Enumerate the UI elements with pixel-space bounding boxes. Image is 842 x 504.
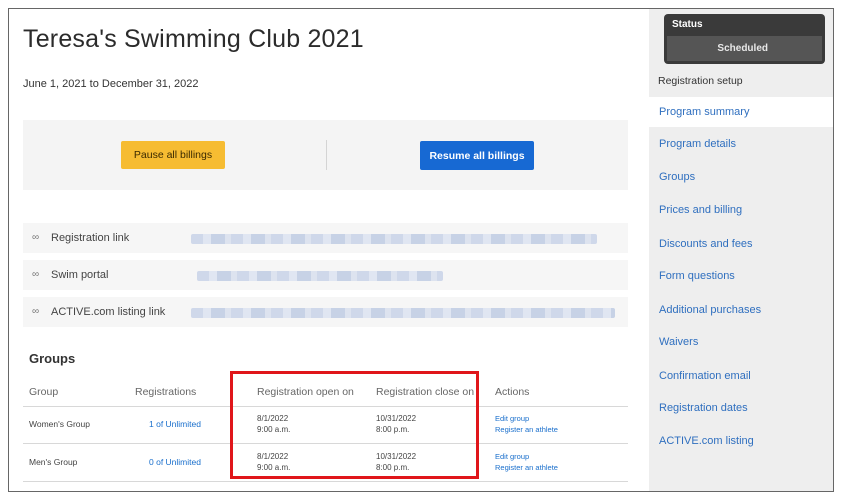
column-header-registrations: Registrations [135, 386, 197, 398]
registration-link-url-redacted[interactable] [191, 234, 597, 244]
group-registrations-link[interactable]: 0 of Unlimited [149, 457, 201, 467]
program-date-range: June 1, 2021 to December 31, 2022 [23, 78, 199, 90]
sidebar-item-additional-purchases[interactable]: Additional purchases [649, 295, 833, 325]
active-listing-link-label: ACTIVE.com listing link [51, 306, 166, 318]
swim-portal-url-redacted[interactable] [197, 271, 443, 281]
registration-dates-highlight-box [230, 371, 479, 479]
edit-group-link[interactable]: Edit group [495, 413, 558, 424]
billing-divider [326, 140, 327, 170]
sidebar-item-prices-and-billing[interactable]: Prices and billing [649, 195, 833, 225]
edit-group-link[interactable]: Edit group [495, 451, 558, 462]
sidebar-item-active-listing[interactable]: ACTIVE.com listing [649, 426, 833, 456]
app-frame: Teresa's Swimming Club 2021 June 1, 2021… [8, 8, 834, 492]
register-athlete-link[interactable]: Register an athlete [495, 462, 558, 473]
status-label: Status [672, 19, 703, 30]
link-icon: ∞ [32, 306, 40, 317]
group-registrations-link[interactable]: 1 of Unlimited [149, 419, 201, 429]
table-bottom-divider [23, 481, 628, 482]
row-actions: Edit group Register an athlete [495, 451, 558, 473]
billing-controls: Pause all billings Resume all billings [23, 120, 628, 190]
sidebar-item-program-details[interactable]: Program details [649, 129, 833, 159]
active-listing-url-redacted[interactable] [191, 308, 615, 318]
register-athlete-link[interactable]: Register an athlete [495, 424, 558, 435]
status-panel: Status Scheduled [664, 14, 825, 64]
sidebar-item-form-questions[interactable]: Form questions [649, 261, 833, 291]
main-content: Teresa's Swimming Club 2021 June 1, 2021… [9, 9, 649, 491]
swim-portal-row: ∞ Swim portal [23, 260, 628, 290]
column-header-actions: Actions [495, 386, 530, 398]
sidebar-item-groups[interactable]: Groups [649, 162, 833, 192]
page-title: Teresa's Swimming Club 2021 [23, 25, 364, 53]
sidebar-item-waivers[interactable]: Waivers [649, 327, 833, 357]
resume-all-billings-button[interactable]: Resume all billings [420, 141, 534, 170]
link-icon: ∞ [32, 232, 40, 243]
registration-setup-heading: Registration setup [658, 75, 743, 87]
sidebar-item-registration-dates[interactable]: Registration dates [649, 393, 833, 423]
groups-section-title: Groups [29, 351, 76, 366]
registration-link-label: Registration link [51, 232, 130, 244]
sidebar-item-confirmation-email[interactable]: Confirmation email [649, 361, 833, 391]
swim-portal-label: Swim portal [51, 269, 109, 281]
group-name: Men's Group [29, 457, 78, 467]
setup-sidebar: Status Scheduled Registration setup Prog… [649, 9, 833, 491]
column-header-group: Group [29, 386, 59, 398]
pause-all-billings-button[interactable]: Pause all billings [121, 141, 225, 169]
link-icon: ∞ [32, 269, 40, 280]
status-value: Scheduled [667, 36, 822, 61]
group-name: Women's Group [29, 419, 90, 429]
registration-link-row: ∞ Registration link [23, 223, 628, 253]
row-actions: Edit group Register an athlete [495, 413, 558, 435]
sidebar-item-program-summary[interactable]: Program summary [649, 97, 833, 127]
sidebar-item-discounts-and-fees[interactable]: Discounts and fees [649, 229, 833, 259]
active-listing-link-row: ∞ ACTIVE.com listing link [23, 297, 628, 327]
